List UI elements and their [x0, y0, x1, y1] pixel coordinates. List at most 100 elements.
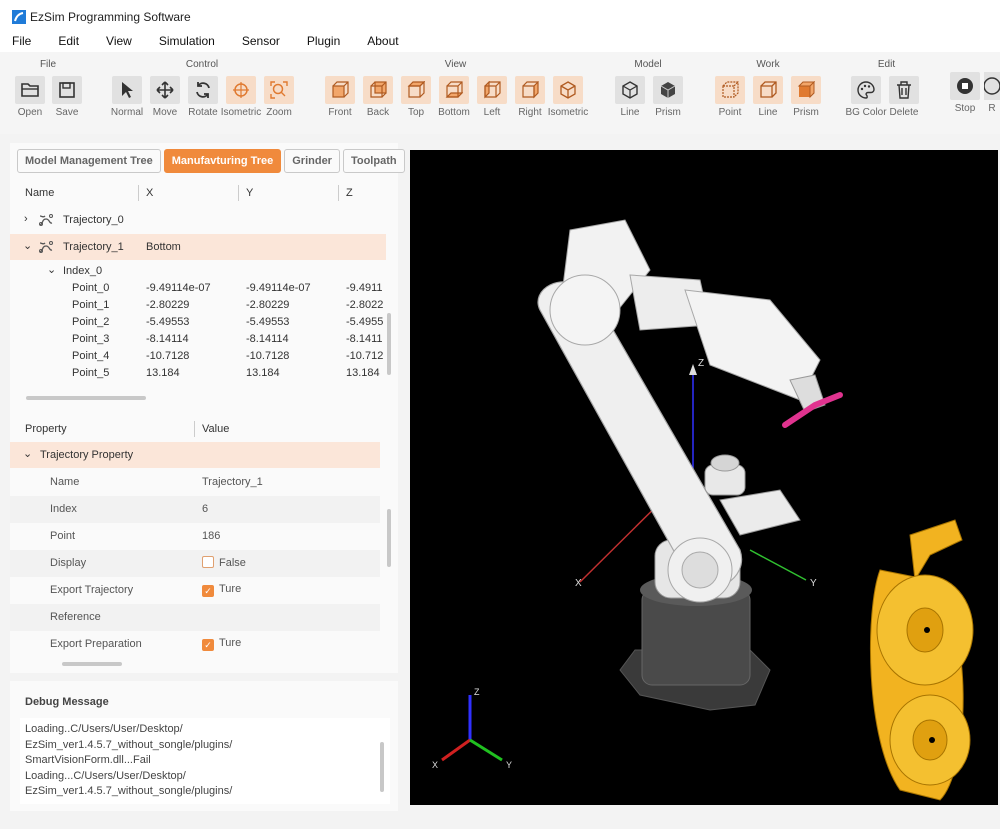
- tree-horizontal-scrollbar[interactable]: [26, 396, 146, 400]
- work-point-button[interactable]: Point: [711, 76, 749, 126]
- menu-view[interactable]: View: [104, 32, 134, 50]
- chevron-down-icon[interactable]: ⌄: [23, 447, 32, 460]
- tree-vertical-scrollbar[interactable]: [387, 313, 391, 375]
- property-value-name[interactable]: Trajectory_1: [202, 476, 263, 488]
- cube-right-icon: [522, 81, 539, 99]
- move-label: Move: [152, 107, 178, 118]
- col-property[interactable]: Property: [25, 423, 67, 435]
- menu-simulation[interactable]: Simulation: [157, 32, 217, 50]
- point-x-value: -2.80229: [146, 299, 190, 311]
- col-separator: [138, 185, 139, 201]
- export-preparation-checkbox[interactable]: ✓ Ture: [202, 637, 241, 651]
- property-value-index[interactable]: 6: [202, 503, 208, 515]
- tree-row-point[interactable]: Point_3 -8.14114 -8.14114 -8.1411: [10, 331, 386, 348]
- tree-row-point[interactable]: Point_5 13.184 13.184 13.184: [10, 365, 386, 382]
- ribbon-group-work: Work Point Line Prism: [708, 56, 828, 128]
- ribbon-group-control: Control Normal Move Rotate Isometric Zoo…: [104, 56, 300, 128]
- left-view-button[interactable]: Left: [473, 76, 511, 126]
- back-view-button[interactable]: Back: [359, 76, 397, 126]
- tree-row-point[interactable]: Point_0 -9.49114e-07 -9.49114e-07 -9.4911: [10, 280, 386, 297]
- model-line-button[interactable]: Line: [611, 76, 649, 126]
- zoom-button[interactable]: Zoom: [260, 76, 298, 126]
- rotate-button[interactable]: Rotate: [184, 76, 222, 126]
- index-0-label: Index_0: [63, 265, 103, 277]
- col-x[interactable]: X: [146, 187, 153, 199]
- col-z[interactable]: Z: [346, 187, 353, 199]
- model-prism-button[interactable]: Prism: [649, 76, 687, 126]
- menu-file[interactable]: File: [10, 32, 33, 50]
- chevron-down-icon[interactable]: ⌄: [23, 239, 32, 252]
- front-view-button[interactable]: Front: [321, 76, 359, 126]
- zoom-icon: [270, 81, 288, 99]
- work-prism-button[interactable]: Prism: [787, 76, 825, 126]
- menu-sensor[interactable]: Sensor: [240, 32, 282, 50]
- chevron-right-icon[interactable]: ›: [24, 213, 28, 225]
- tree-row-point[interactable]: Point_1 -2.80229 -2.80229 -2.8022: [10, 297, 386, 314]
- col-name[interactable]: Name: [25, 187, 54, 199]
- bottom-view-button[interactable]: Bottom: [435, 76, 473, 126]
- cube-left-icon: [484, 81, 501, 99]
- right-label: Right: [518, 107, 542, 118]
- col-value[interactable]: Value: [202, 423, 229, 435]
- tab-toolpath[interactable]: Toolpath: [342, 149, 405, 173]
- export-trajectory-checkbox[interactable]: ✓ Ture: [202, 583, 241, 597]
- debug-line: EzSim_ver1.4.5.7_without_songle/plugins/: [25, 785, 233, 797]
- tree-row-point[interactable]: Point_4 -10.7128 -10.7128 -10.712: [10, 348, 386, 365]
- col-y[interactable]: Y: [246, 187, 253, 199]
- debug-log[interactable]: Loading..C/Users/User/Desktop/ EzSim_ver…: [20, 718, 390, 804]
- ribbon-toolbar: File Open Save Control Normal Move Rotat…: [0, 52, 1000, 134]
- ribbon-group-view: View Front Back Top Bottom Left Right Is…: [318, 56, 593, 128]
- tab-manufacturing-tree[interactable]: Manufavturing Tree: [163, 149, 282, 173]
- gear-workpiece[interactable]: [870, 519, 974, 801]
- world-x-label: X: [575, 578, 582, 589]
- save-button[interactable]: Save: [48, 76, 86, 126]
- property-value-point[interactable]: 186: [202, 530, 220, 542]
- menu-edit[interactable]: Edit: [56, 32, 81, 50]
- tree-row-index-0[interactable]: ⌄ Index_0: [10, 261, 386, 281]
- isometric-control-button[interactable]: Isometric: [221, 76, 261, 126]
- property-section-trajectory[interactable]: ⌄ Trajectory Property: [10, 442, 380, 468]
- menu-plugin[interactable]: Plugin: [305, 32, 342, 50]
- isometric-view-button[interactable]: Isometric: [547, 76, 589, 126]
- top-view-button[interactable]: Top: [397, 76, 435, 126]
- point-z-value: -8.1411: [346, 333, 383, 345]
- display-checkbox[interactable]: False: [202, 556, 246, 569]
- delete-label: Delete: [889, 107, 919, 118]
- point-name: Point_3: [72, 333, 110, 345]
- property-horizontal-scrollbar[interactable]: [62, 662, 122, 666]
- normal-button[interactable]: Normal: [108, 76, 146, 126]
- property-label: Index: [50, 503, 77, 515]
- property-label: Export Trajectory: [50, 584, 134, 596]
- property-label: Name: [50, 476, 80, 488]
- tab-model-management-tree[interactable]: Model Management Tree: [17, 149, 161, 173]
- tree-row-point[interactable]: Point_2 -5.49553 -5.49553 -5.4955: [10, 314, 386, 331]
- point-y-value: -8.14114: [246, 333, 289, 345]
- menu-about[interactable]: About: [365, 32, 400, 50]
- property-vertical-scrollbar[interactable]: [387, 509, 391, 567]
- robot-model[interactable]: [537, 219, 843, 711]
- group-title-view: View: [444, 59, 467, 70]
- move-button[interactable]: Move: [146, 76, 184, 126]
- move-icon: [156, 81, 174, 99]
- right-view-button[interactable]: Right: [511, 76, 549, 126]
- bg-color-button[interactable]: BG Color: [845, 76, 887, 126]
- tab-grinder[interactable]: Grinder: [284, 149, 340, 173]
- export-preparation-value: Ture: [219, 637, 242, 649]
- work-line-button[interactable]: Line: [749, 76, 787, 126]
- title-bar: EzSim Programming Software: [0, 0, 1000, 30]
- open-button[interactable]: Open: [11, 76, 49, 126]
- r-button[interactable]: R: [984, 72, 1000, 122]
- debug-scrollbar[interactable]: [380, 742, 384, 792]
- tree-row-trajectory-0[interactable]: › Trajectory_0: [10, 207, 386, 233]
- trash-icon: [897, 81, 911, 99]
- hexagon-outline-icon: [622, 81, 638, 99]
- view-isometric-label: Isometric: [547, 107, 589, 118]
- 3d-viewport[interactable]: Z X Y Z X Y: [410, 150, 998, 805]
- chevron-down-icon[interactable]: ⌄: [47, 263, 56, 276]
- stop-button[interactable]: Stop: [946, 72, 984, 122]
- front-label: Front: [328, 107, 352, 118]
- delete-button[interactable]: Delete: [885, 76, 923, 126]
- tree-header: Name X Y Z: [10, 183, 398, 205]
- group-title-model: Model: [634, 59, 662, 70]
- tree-row-trajectory-1[interactable]: ⌄ Trajectory_1 Bottom: [10, 234, 386, 260]
